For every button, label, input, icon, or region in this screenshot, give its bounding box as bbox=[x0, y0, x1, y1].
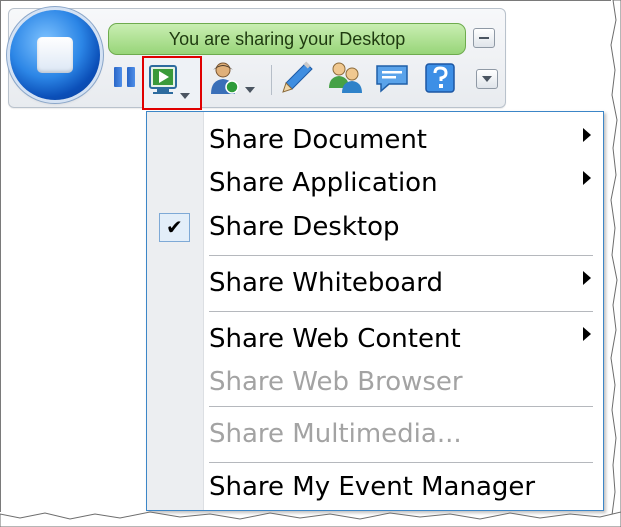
checkmark-icon: ✔ bbox=[166, 215, 183, 239]
pause-sharing-button[interactable] bbox=[113, 65, 137, 89]
attendees-button[interactable] bbox=[326, 60, 366, 96]
sharing-status-label: You are sharing your Desktop bbox=[108, 23, 466, 55]
menu-separator bbox=[209, 311, 593, 312]
toolbar-separator bbox=[271, 65, 272, 95]
participant-icon bbox=[211, 62, 255, 94]
pause-icon-bar-left bbox=[114, 67, 122, 87]
menu-item-label: Share Web Content bbox=[209, 324, 461, 354]
menu-item-label: Share Desktop bbox=[209, 212, 400, 242]
frame-border-left bbox=[0, 0, 1, 512]
pencil-icon bbox=[282, 61, 313, 93]
submenu-arrow-icon bbox=[583, 171, 591, 185]
help-icon bbox=[425, 63, 455, 93]
menu-separator bbox=[209, 255, 593, 256]
share-screen-icon bbox=[149, 65, 190, 99]
share-dropdown-menu: Share Document Share Application ✔ Share… bbox=[146, 111, 604, 511]
submenu-arrow-icon bbox=[583, 327, 591, 341]
menu-item-label: Share Multimedia... bbox=[209, 419, 462, 449]
menu-item-share-multimedia: Share Multimedia... bbox=[147, 413, 603, 456]
menu-item-share-whiteboard[interactable]: Share Whiteboard bbox=[147, 262, 603, 305]
submenu-arrow-icon bbox=[583, 128, 591, 142]
help-button[interactable] bbox=[420, 60, 460, 96]
menu-item-label: Share Whiteboard bbox=[209, 268, 443, 298]
chat-icon bbox=[376, 65, 408, 93]
screenshot-stage: You are sharing your Desktop Share Docum… bbox=[0, 0, 621, 527]
menu-item-label: Share Document bbox=[209, 125, 427, 155]
menu-item-share-application[interactable]: Share Application bbox=[147, 162, 603, 205]
chat-button[interactable] bbox=[373, 60, 413, 96]
checked-indicator: ✔ bbox=[159, 213, 190, 242]
stop-sharing-button[interactable] bbox=[10, 10, 100, 100]
menu-separator bbox=[209, 406, 593, 407]
stop-icon bbox=[37, 37, 73, 73]
menu-item-label: Share My Event Manager bbox=[209, 472, 536, 502]
menu-item-share-my-event-manager[interactable]: Share My Event Manager bbox=[147, 466, 603, 509]
menu-item-share-web-browser: Share Web Browser bbox=[147, 361, 603, 404]
attendees-icon bbox=[329, 62, 362, 93]
menu-item-share-web-content[interactable]: Share Web Content bbox=[147, 318, 603, 361]
participant-menu-button[interactable] bbox=[207, 60, 263, 96]
frame-border-top bbox=[0, 0, 611, 1]
menu-separator bbox=[209, 462, 593, 463]
menu-item-share-document[interactable]: Share Document bbox=[147, 119, 603, 162]
menu-item-label: Share Web Browser bbox=[209, 367, 463, 397]
pause-icon-bar-right bbox=[127, 67, 135, 87]
annotate-button[interactable] bbox=[279, 60, 317, 96]
chevron-down-icon[interactable] bbox=[476, 69, 498, 89]
share-menu-button[interactable] bbox=[142, 56, 202, 110]
torn-edge-right bbox=[610, 0, 621, 527]
submenu-arrow-icon bbox=[583, 271, 591, 285]
menu-item-label: Share Application bbox=[209, 168, 438, 198]
minimize-icon[interactable] bbox=[473, 28, 495, 48]
torn-edge-bottom bbox=[0, 511, 621, 527]
menu-item-share-desktop[interactable]: ✔ Share Desktop bbox=[147, 206, 603, 249]
